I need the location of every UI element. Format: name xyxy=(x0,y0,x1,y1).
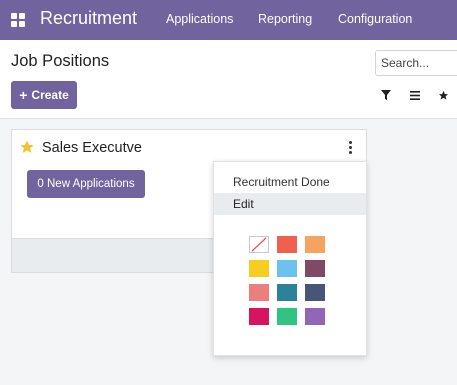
color-swatch[interactable] xyxy=(305,308,325,325)
nav-reporting[interactable]: Reporting xyxy=(258,12,312,26)
nav-applications[interactable]: Applications xyxy=(166,12,233,26)
favorite-icon[interactable] xyxy=(433,85,453,105)
color-swatch-none[interactable] xyxy=(249,236,269,253)
star-icon[interactable] xyxy=(19,139,35,155)
color-swatch[interactable] xyxy=(305,236,325,253)
page-title: Job Positions xyxy=(11,52,110,70)
color-swatch[interactable] xyxy=(305,260,325,277)
top-navbar: Recruitment Applications Reporting Confi… xyxy=(0,0,457,40)
color-swatch[interactable] xyxy=(249,284,269,301)
color-swatch[interactable] xyxy=(305,284,325,301)
card-dropdown-menu: Recruitment Done Edit xyxy=(213,161,367,356)
create-button[interactable]: + Create xyxy=(11,81,77,109)
color-swatch[interactable] xyxy=(277,260,297,277)
apps-grid-icon[interactable] xyxy=(11,13,25,27)
color-picker xyxy=(249,236,329,325)
group-by-icon[interactable] xyxy=(405,85,425,105)
app-brand[interactable]: Recruitment xyxy=(40,8,137,29)
color-swatch[interactable] xyxy=(249,260,269,277)
color-swatch[interactable] xyxy=(277,308,297,325)
search-input[interactable] xyxy=(375,50,457,76)
kebab-menu-icon[interactable] xyxy=(345,139,355,155)
control-panel: Job Positions + Create xyxy=(0,40,457,119)
nav-configuration[interactable]: Configuration xyxy=(338,12,412,26)
menu-item-edit[interactable]: Edit xyxy=(214,193,366,215)
menu-item-recruitment-done[interactable]: Recruitment Done xyxy=(214,171,366,193)
color-swatch[interactable] xyxy=(249,308,269,325)
new-applications-button[interactable]: 0 New Applications xyxy=(27,170,145,198)
color-swatch[interactable] xyxy=(277,236,297,253)
color-swatch[interactable] xyxy=(277,284,297,301)
plus-icon: + xyxy=(19,87,28,103)
create-button-label: Create xyxy=(31,88,69,102)
job-title[interactable]: Sales Executve xyxy=(42,140,142,156)
filter-icon[interactable] xyxy=(376,85,396,105)
